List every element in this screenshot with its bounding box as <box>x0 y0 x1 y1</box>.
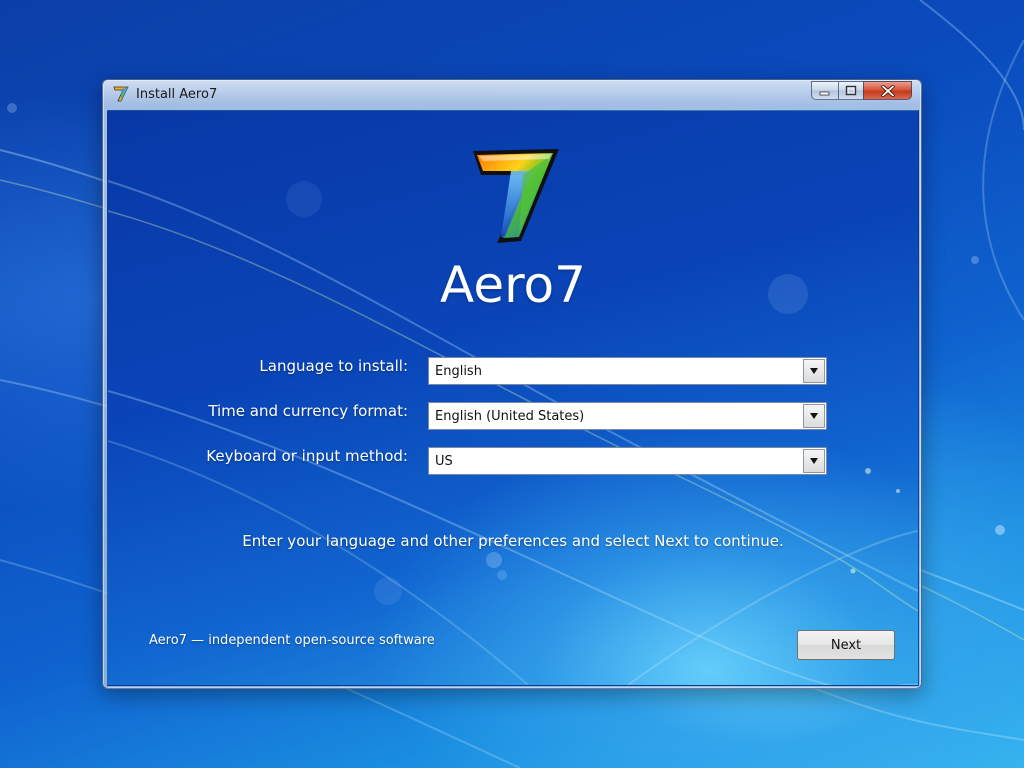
maximize-button[interactable] <box>838 81 864 100</box>
keyboard-label: Keyboard or input method: <box>206 447 408 465</box>
time-currency-label: Time and currency format: <box>208 402 408 420</box>
installer-content: Aero7 Language to install: English Time … <box>107 110 919 686</box>
language-label: Language to install: <box>259 357 408 375</box>
close-button[interactable] <box>863 81 912 100</box>
minimize-icon <box>819 91 830 95</box>
time-currency-select-value: English (United States) <box>435 409 585 424</box>
app-name-heading: Aero7 <box>440 256 586 314</box>
aero7-logo <box>473 149 559 243</box>
language-select[interactable]: English <box>428 357 827 385</box>
desktop-background: Install Aero7 Aero7 Language to install:… <box>0 0 1024 768</box>
chevron-down-icon[interactable] <box>803 404 825 428</box>
chevron-down-icon[interactable] <box>803 359 825 383</box>
close-icon <box>880 84 895 97</box>
instructions-text: Enter your language and other preference… <box>242 532 784 550</box>
chevron-down-icon[interactable] <box>803 449 825 473</box>
next-button[interactable]: Next <box>797 630 895 660</box>
keyboard-select-value: US <box>435 454 453 469</box>
maximize-icon <box>845 85 857 96</box>
language-select-value: English <box>435 364 482 379</box>
software-notice: Aero7 — independent open-source software <box>149 633 435 648</box>
aero7-logo-icon <box>113 86 129 102</box>
installer-window: Install Aero7 Aero7 Language to install:… <box>102 79 922 689</box>
title-bar[interactable]: Install Aero7 <box>103 80 921 109</box>
minimize-button[interactable] <box>811 81 839 100</box>
window-title: Install Aero7 <box>136 87 218 102</box>
keyboard-select[interactable]: US <box>428 447 827 475</box>
time-currency-select[interactable]: English (United States) <box>428 402 827 430</box>
